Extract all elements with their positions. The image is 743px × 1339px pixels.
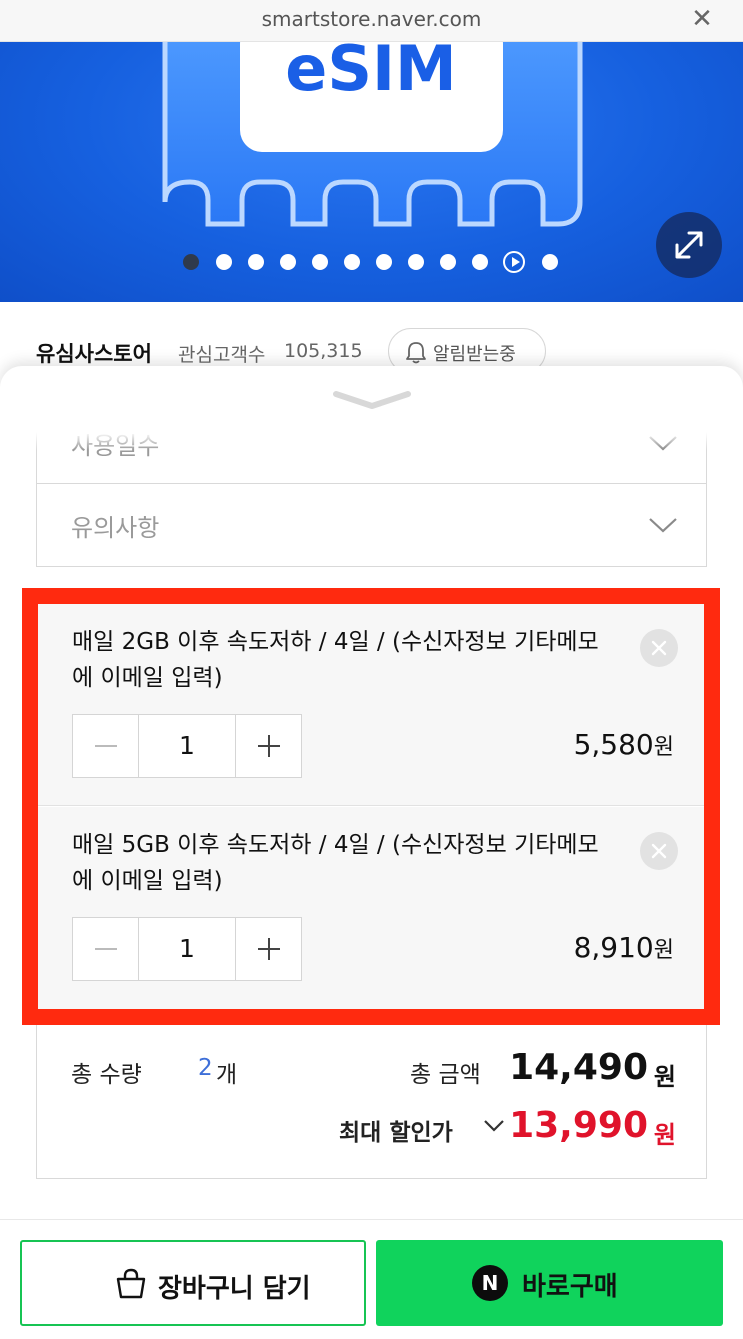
selected-option-item: 매일 2GB 이후 속도저하 / 4일 / (수신자정보 기타메모에 이메일 입… — [38, 604, 704, 806]
quantity-input[interactable]: 1 — [139, 715, 235, 777]
expand-image-button[interactable] — [656, 212, 722, 278]
total-quantity-unit: 개 — [216, 1062, 238, 1088]
add-to-cart-button[interactable]: 장바구니 담기 — [20, 1240, 366, 1326]
shopping-bag-icon — [116, 1268, 146, 1299]
url-text[interactable]: smartstore.naver.com — [0, 7, 743, 31]
carousel-dot[interactable] — [408, 254, 424, 270]
chevron-down-icon — [333, 391, 411, 409]
carousel-dot[interactable] — [280, 254, 296, 270]
naver-pay-icon: N — [472, 1265, 508, 1301]
option-price: 8,910원 — [574, 931, 674, 964]
carousel-dot[interactable] — [216, 254, 232, 270]
carousel-dot[interactable] — [376, 254, 392, 270]
bell-icon — [406, 342, 426, 364]
option-name: 매일 2GB 이후 속도저하 / 4일 / (수신자정보 기타메모에 이메일 입… — [72, 629, 599, 691]
minus-icon — [95, 745, 117, 747]
chevron-down-icon — [649, 518, 677, 533]
carousel-dot[interactable] — [344, 254, 360, 270]
increase-quantity-button[interactable] — [235, 715, 301, 777]
close-icon — [651, 843, 667, 859]
scroll-fade — [36, 432, 707, 450]
carousel-dot[interactable] — [440, 254, 456, 270]
order-summary: 총 수량 2 개 총 금액 14,490 원 최대 할인가 13,990 원 — [36, 1025, 707, 1179]
option-name: 매일 5GB 이후 속도저하 / 4일 / (수신자정보 기타메모에 이메일 입… — [72, 832, 599, 894]
quantity-stepper: 1 — [72, 917, 302, 981]
buy-now-label: 바로구매 — [522, 1272, 618, 1302]
total-amount-value: 14,490 — [509, 1047, 648, 1088]
quantity-stepper: 1 — [72, 714, 302, 778]
select-notice-label: 유의사항 — [71, 514, 160, 542]
increase-quantity-button[interactable] — [235, 918, 301, 980]
add-to-cart-label: 장바구니 담기 — [158, 1274, 311, 1304]
decrease-quantity-button[interactable] — [73, 918, 139, 980]
buy-now-button[interactable]: N 바로구매 — [376, 1240, 723, 1326]
carousel-dot[interactable] — [183, 254, 199, 270]
carousel-indicators — [183, 251, 563, 273]
esim-logo-text: eSIM — [285, 42, 456, 105]
fans-count: 105,315 — [284, 340, 363, 362]
option-price-value: 5,580 — [573, 728, 654, 761]
max-discount-currency: 원 — [653, 1121, 676, 1149]
decrease-quantity-button[interactable] — [73, 715, 139, 777]
plus-icon — [258, 938, 280, 960]
max-discount-value: 13,990 — [509, 1105, 648, 1146]
total-quantity-label: 총 수량 — [71, 1062, 142, 1088]
max-discount-label[interactable]: 최대 할인가 — [339, 1113, 453, 1147]
bottom-action-bar: 장바구니 담기 N 바로구매 — [0, 1219, 743, 1339]
close-icon — [651, 640, 667, 656]
selected-option-item: 매일 5GB 이후 속도저하 / 4일 / (수신자정보 기타메모에 이메일 입… — [38, 807, 704, 1009]
total-amount-label: 총 금액 — [410, 1062, 481, 1088]
store-name[interactable]: 유심사스토어 — [36, 338, 152, 368]
option-price-currency: 원 — [653, 938, 674, 963]
sheet-collapse-handle[interactable] — [332, 388, 412, 416]
minus-icon — [95, 948, 117, 950]
carousel-dot[interactable] — [248, 254, 264, 270]
notification-label: 알림받는중 — [433, 344, 516, 365]
option-price-currency: 원 — [653, 735, 674, 760]
fans-label: 관심고객수 — [178, 344, 266, 366]
quantity-input[interactable]: 1 — [139, 918, 235, 980]
option-price: 5,580원 — [574, 728, 674, 761]
select-notice[interactable]: 유의사항 — [36, 483, 707, 567]
carousel-play-icon[interactable] — [503, 251, 525, 273]
product-hero-image[interactable]: eSIM — [0, 42, 743, 302]
close-icon[interactable]: ✕ — [687, 4, 717, 34]
plus-icon — [258, 735, 280, 757]
carousel-dot[interactable] — [472, 254, 488, 270]
remove-option-button[interactable] — [640, 629, 678, 667]
total-amount-currency: 원 — [653, 1063, 676, 1091]
option-price-value: 8,910 — [573, 931, 654, 964]
total-quantity-value: 2 — [198, 1055, 213, 1081]
expand-icon — [675, 231, 703, 259]
remove-option-button[interactable] — [640, 832, 678, 870]
carousel-dot[interactable] — [312, 254, 328, 270]
carousel-dot[interactable] — [542, 254, 558, 270]
browser-url-bar: smartstore.naver.com ✕ — [0, 0, 743, 42]
chevron-down-icon[interactable] — [483, 1119, 505, 1133]
